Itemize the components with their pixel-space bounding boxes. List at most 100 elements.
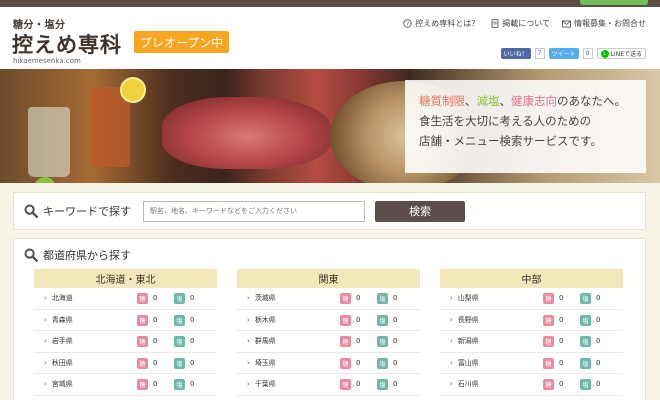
salt-badge: 塩 bbox=[377, 293, 388, 304]
salt-badge: 塩 bbox=[174, 379, 185, 390]
search-input[interactable] bbox=[143, 200, 365, 222]
prefecture-name[interactable]: 青森県 bbox=[52, 315, 132, 325]
like-label: いいね！ bbox=[503, 51, 528, 58]
region-chubu: 中部 › 山梨県糖 0 塩 0 › 長野県糖 0 塩 0 › 新潟県糖 0 塩 0 › 富山県糖 0 塩 0 ›… bbox=[440, 269, 623, 396]
sugar-badge: 糖 bbox=[137, 314, 148, 326]
sugar-badge: 糖 bbox=[137, 357, 148, 369]
prefecture-name[interactable]: 長野県 bbox=[458, 315, 538, 325]
chevron-right-icon: › bbox=[44, 358, 47, 367]
salt-badge: 塩 bbox=[580, 336, 591, 347]
prefecture-row[interactable]: › 岩手県糖 0 塩 0 bbox=[34, 331, 217, 353]
keyword-search-label: キーワードで探す bbox=[43, 205, 131, 218]
sugar-badge: 糖 bbox=[137, 336, 148, 347]
prefecture-row[interactable]: › 青森県糖 0 塩 0 bbox=[34, 310, 217, 331]
sugar-badge: 糖 bbox=[137, 293, 148, 304]
mail-icon bbox=[562, 19, 571, 28]
marbled-beef-image bbox=[162, 97, 332, 169]
prefecture-name[interactable]: 埼玉県 bbox=[255, 358, 335, 368]
sugar-count: 0 bbox=[356, 294, 361, 302]
prefecture-row[interactable]: › 栃木県糖 0 塩 0 bbox=[237, 310, 420, 331]
prefecture-row[interactable]: › 群馬県糖 0 塩 0 bbox=[237, 331, 420, 353]
tweet-count: 0 bbox=[582, 48, 593, 59]
prefecture-panel: 都道府県から探す 北海道・東北 › 北海道糖 0 塩 0 › 青森県糖 0 塩 0 › 岩手県糖 0… bbox=[13, 238, 646, 400]
chevron-right-icon: › bbox=[44, 315, 47, 324]
salt-count: 0 bbox=[190, 315, 195, 324]
hero-sep-1: 、 bbox=[465, 94, 477, 108]
top-green-button[interactable] bbox=[580, 0, 648, 5]
chevron-right-icon: › bbox=[247, 358, 250, 367]
line-label: LINEで送る bbox=[610, 51, 642, 58]
salt-count: 0 bbox=[393, 380, 398, 388]
sugar-count: 0 bbox=[153, 315, 158, 324]
sugar-count: 0 bbox=[559, 315, 564, 324]
salt-badge: 塩 bbox=[377, 379, 388, 390]
chevron-right-icon: › bbox=[450, 380, 453, 389]
sugar-badge: 糖 bbox=[340, 314, 351, 326]
prefecture-name[interactable]: 群馬県 bbox=[255, 336, 335, 346]
nav-listing[interactable]: 掲載について bbox=[491, 18, 550, 29]
prefecture-row[interactable]: › 千葉県糖 0 塩 0 bbox=[237, 374, 420, 396]
tweet-button[interactable]: ツイート bbox=[548, 48, 579, 59]
prefecture-name[interactable]: 栃木県 bbox=[255, 315, 335, 325]
prefecture-name[interactable]: 石川県 bbox=[458, 379, 538, 389]
sugar-count: 0 bbox=[356, 358, 361, 367]
prefecture-name[interactable]: 山梨県 bbox=[458, 293, 538, 303]
chevron-right-icon: › bbox=[247, 337, 250, 346]
prefecture-row[interactable]: › 新潟県糖 0 塩 0 bbox=[440, 331, 623, 353]
nav-contact[interactable]: 情報募集・お問合せ bbox=[562, 18, 646, 29]
chevron-right-icon: › bbox=[450, 315, 453, 324]
prefecture-row[interactable]: › 茨城県糖 0 塩 0 bbox=[237, 288, 420, 310]
search-button[interactable]: 検索 bbox=[375, 200, 465, 222]
salt-count: 0 bbox=[393, 358, 398, 367]
prefecture-row[interactable]: › 石川県糖 0 塩 0 bbox=[440, 374, 623, 396]
hero-keyword-sugar: 糖質制限 bbox=[419, 94, 465, 108]
prefecture-row[interactable]: › 富山県糖 0 塩 0 bbox=[440, 353, 623, 374]
salt-badge: 塩 bbox=[580, 379, 591, 390]
prefecture-name[interactable]: 北海道 bbox=[52, 293, 132, 303]
sugar-badge: 糖 bbox=[340, 293, 351, 304]
salt-badge: 塩 bbox=[580, 357, 591, 369]
logo-url: hikaemesenka.com bbox=[13, 57, 81, 65]
prefecture-name[interactable]: 茨城県 bbox=[255, 293, 335, 303]
prefecture-name[interactable]: 岩手県 bbox=[52, 336, 132, 346]
prefecture-row[interactable]: › 秋田県糖 0 塩 0 bbox=[34, 353, 217, 374]
nav-about-label: 控えめ専科とは？ bbox=[415, 19, 480, 28]
prefecture-name[interactable]: 宮城県 bbox=[52, 379, 132, 389]
prefecture-name[interactable]: 秋田県 bbox=[52, 358, 132, 368]
prefecture-row[interactable]: › 宮城県糖 0 塩 0 bbox=[34, 374, 217, 396]
top-bar bbox=[0, 0, 660, 7]
sugar-badge: 糖 bbox=[543, 357, 554, 369]
prefecture-row[interactable]: › 山梨県糖 0 塩 0 bbox=[440, 288, 623, 310]
nav-listing-label: 掲載について bbox=[502, 19, 550, 28]
sugar-count: 0 bbox=[153, 358, 158, 367]
prefecture-row[interactable]: › 長野県糖 0 塩 0 bbox=[440, 310, 623, 331]
site-header: 糖分・塩分 控えめ専科 hikaemesenka.com プレオープン中 ? 控… bbox=[0, 7, 660, 69]
sugar-badge: 糖 bbox=[137, 379, 148, 390]
region-header: 中部 bbox=[440, 269, 623, 288]
prefecture-name[interactable]: 新潟県 bbox=[458, 336, 538, 346]
facebook-like-button[interactable]: いいね！ bbox=[500, 48, 531, 59]
prefecture-row[interactable]: › 埼玉県糖 0 塩 0 bbox=[237, 353, 420, 374]
line-share-button[interactable]: L LINEで送る bbox=[596, 48, 646, 59]
nav-about[interactable]: ? 控えめ専科とは？ bbox=[403, 18, 479, 29]
sugar-count: 0 bbox=[559, 337, 564, 345]
preopen-badge: プレオープン中 bbox=[134, 31, 229, 53]
prefecture-title-label: 都道府県から探す bbox=[43, 249, 131, 262]
logo[interactable]: 控えめ専科 bbox=[12, 29, 122, 59]
prefecture-name[interactable]: 富山県 bbox=[458, 358, 538, 368]
sugar-badge: 糖 bbox=[340, 357, 351, 369]
chevron-right-icon: › bbox=[44, 294, 47, 303]
chevron-right-icon: › bbox=[450, 358, 453, 367]
salt-count: 0 bbox=[596, 358, 601, 367]
prefecture-name[interactable]: 千葉県 bbox=[255, 379, 335, 389]
sugar-badge: 糖 bbox=[543, 314, 554, 326]
prefecture-row[interactable]: › 北海道糖 0 塩 0 bbox=[34, 288, 217, 310]
salt-count: 0 bbox=[190, 358, 195, 367]
chevron-right-icon: › bbox=[44, 380, 47, 389]
sugar-count: 0 bbox=[356, 315, 361, 324]
region-hokkaido-tohoku: 北海道・東北 › 北海道糖 0 塩 0 › 青森県糖 0 塩 0 › 岩手県糖 0 塩 0 › 秋田県糖 0… bbox=[34, 269, 217, 396]
salt-badge: 塩 bbox=[174, 293, 185, 304]
hero-keyword-health: 健康志向 bbox=[511, 94, 557, 108]
chevron-right-icon: › bbox=[44, 337, 47, 346]
salt-badge: 塩 bbox=[174, 357, 185, 369]
